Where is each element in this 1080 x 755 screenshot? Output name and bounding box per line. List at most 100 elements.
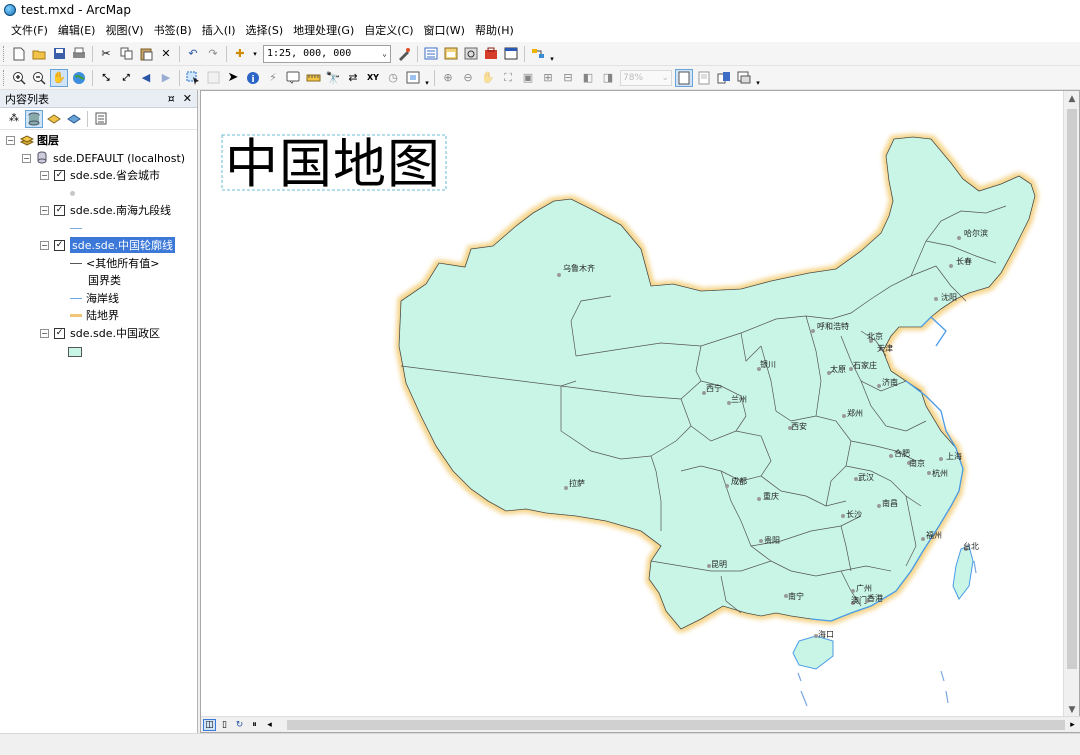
editor-toolbar-icon[interactable] bbox=[395, 45, 413, 63]
map-layout-view[interactable]: 中国地图 乌鲁木齐 哈尔滨 长春 沈阳 呼和浩特 北京 天津 石家庄 银川 太原… bbox=[200, 90, 1080, 733]
toggle-draft-mode-icon[interactable] bbox=[675, 68, 693, 87]
legend-item-coastline[interactable]: 海岸线 bbox=[70, 290, 119, 306]
legend-item-land-boundary[interactable]: 陆地界 bbox=[70, 307, 119, 323]
refresh-icon[interactable]: ↻ bbox=[233, 719, 246, 731]
menu-file[interactable]: 文件(F) bbox=[6, 20, 53, 42]
time-slider-icon[interactable]: ◷ bbox=[384, 69, 402, 87]
layer-visibility-checkbox[interactable]: ✓ bbox=[54, 327, 65, 339]
measure-ruler-icon[interactable] bbox=[304, 69, 322, 87]
menu-customize[interactable]: 自定义(C) bbox=[359, 20, 418, 42]
search-window-icon[interactable] bbox=[462, 45, 480, 63]
menu-insert[interactable]: 插入(I) bbox=[197, 20, 241, 42]
list-by-visibility-icon[interactable] bbox=[45, 110, 63, 128]
full-extent-globe-icon[interactable] bbox=[70, 69, 88, 87]
save-icon[interactable] bbox=[50, 45, 68, 63]
select-elements-arrow-icon[interactable]: ➤ bbox=[224, 69, 242, 87]
html-popup-icon[interactable] bbox=[284, 69, 302, 87]
city-shijiazhuang[interactable]: 石家庄 bbox=[849, 360, 877, 371]
city-tianjin[interactable]: 天津 bbox=[877, 343, 893, 353]
undo-icon[interactable]: ↶ bbox=[184, 45, 202, 63]
new-document-icon[interactable] bbox=[10, 45, 28, 63]
toolbar-overflow-icon[interactable]: ▾ bbox=[423, 69, 431, 87]
layer-node-china-admin[interactable]: − ✓ sde.sde.中国政区 bbox=[40, 325, 160, 341]
layout-zoom-in-icon[interactable]: ⊕ bbox=[439, 69, 457, 87]
data-view-icon[interactable]: ◫ bbox=[203, 718, 216, 731]
layer-node-capital-cities[interactable]: − ✓ sde.sde.省会城市 bbox=[40, 167, 160, 183]
toolbar-grip[interactable] bbox=[3, 69, 6, 86]
create-viewer-window-icon[interactable] bbox=[404, 69, 422, 87]
zoom-whole-page-icon[interactable]: ⛶ bbox=[499, 69, 517, 87]
toc-options-icon[interactable] bbox=[92, 110, 110, 128]
fixed-zoom-in-layout-icon[interactable]: ⊞ bbox=[539, 69, 557, 87]
find-route-icon[interactable]: ⇄ bbox=[344, 69, 362, 87]
collapse-toggle-icon[interactable]: − bbox=[40, 240, 49, 250]
toolbar-grip[interactable] bbox=[3, 45, 6, 62]
table-of-contents-icon[interactable] bbox=[422, 45, 440, 63]
arctoolbox-icon[interactable] bbox=[482, 45, 500, 63]
previous-extent-layout-icon[interactable]: ◧ bbox=[579, 69, 597, 87]
city-xian[interactable]: 西安 bbox=[788, 421, 807, 431]
layer-node-china-outline[interactable]: − ✓ sde.sde.中国轮廓线 bbox=[40, 237, 175, 253]
city-haikou[interactable]: 海口 bbox=[814, 629, 834, 639]
menu-windows[interactable]: 窗口(W) bbox=[419, 20, 470, 42]
data-driven-pages-icon[interactable] bbox=[735, 69, 753, 87]
identify-icon[interactable]: i bbox=[244, 69, 262, 87]
go-to-xy-icon[interactable]: XY bbox=[364, 69, 382, 87]
china-land-polygon[interactable] bbox=[398, 136, 1036, 630]
redo-icon[interactable]: ↷ bbox=[204, 45, 222, 63]
pan-hand-icon[interactable]: ✋ bbox=[50, 68, 68, 87]
modelbuilder-icon[interactable] bbox=[529, 45, 547, 63]
collapse-toggle-icon[interactable]: − bbox=[40, 328, 49, 338]
legend-symbol-point[interactable] bbox=[70, 185, 75, 201]
menu-edit[interactable]: 编辑(E) bbox=[53, 20, 101, 42]
layout-zoom-out-icon[interactable]: ⊖ bbox=[459, 69, 477, 87]
add-data-dropdown-icon[interactable]: ▾ bbox=[251, 45, 259, 63]
collapse-toggle-icon[interactable]: − bbox=[40, 170, 49, 180]
focus-data-frame-icon[interactable] bbox=[695, 69, 713, 87]
find-binoculars-icon[interactable]: 🔭 bbox=[324, 69, 342, 87]
collapse-toggle-icon[interactable]: − bbox=[6, 135, 15, 145]
layout-zoom-dropdown[interactable]: 78% ⌄ bbox=[620, 69, 672, 86]
menu-selection[interactable]: 选择(S) bbox=[241, 20, 289, 42]
list-by-drawing-order-icon[interactable]: ⁂ bbox=[5, 110, 23, 128]
city-taiyuan[interactable]: 太原 bbox=[827, 364, 846, 375]
scroll-right-icon[interactable]: ▸ bbox=[1066, 719, 1079, 731]
layer-visibility-checkbox[interactable]: ✓ bbox=[54, 204, 65, 216]
toolbar-overflow-icon[interactable]: ▾ bbox=[754, 69, 762, 87]
hyperlink-icon[interactable]: ⚡ bbox=[264, 69, 282, 87]
python-window-icon[interactable] bbox=[502, 45, 520, 63]
city-taipei[interactable]: 台北 bbox=[963, 541, 979, 551]
tree-node-layers[interactable]: − 图层 bbox=[6, 132, 59, 148]
add-data-icon[interactable]: ✚ bbox=[231, 45, 249, 63]
tree-node-database[interactable]: − sde.DEFAULT (localhost) bbox=[22, 150, 185, 166]
zoom-out-icon[interactable] bbox=[30, 69, 48, 87]
toolbar-overflow-icon[interactable]: ▾ bbox=[548, 45, 556, 63]
zoom-in-icon[interactable] bbox=[10, 69, 28, 87]
forward-extent-icon[interactable]: ▶ bbox=[157, 69, 175, 87]
print-icon[interactable] bbox=[70, 45, 88, 63]
scroll-left-icon[interactable]: ◂ bbox=[263, 719, 276, 731]
fixed-zoom-out-layout-icon[interactable]: ⊟ bbox=[559, 69, 577, 87]
clear-selection-icon[interactable] bbox=[204, 69, 222, 87]
open-folder-icon[interactable] bbox=[30, 45, 48, 63]
city-nanjing[interactable]: 南京 bbox=[907, 458, 925, 468]
layer-visibility-checkbox[interactable]: ✓ bbox=[54, 239, 65, 251]
pause-drawing-icon[interactable]: ⏸ bbox=[248, 719, 261, 731]
back-extent-icon[interactable]: ◀ bbox=[137, 69, 155, 87]
copy-icon[interactable] bbox=[117, 45, 135, 63]
layer-node-nine-dash-line[interactable]: − ✓ sde.sde.南海九段线 bbox=[40, 202, 171, 218]
select-features-icon[interactable] bbox=[184, 69, 202, 87]
list-by-selection-icon[interactable] bbox=[65, 110, 83, 128]
list-by-source-icon[interactable] bbox=[25, 109, 43, 128]
map-scale-dropdown[interactable]: 1:25, 000, 000 ⌄ bbox=[263, 44, 391, 63]
paste-icon[interactable] bbox=[137, 45, 155, 63]
delete-icon[interactable]: ✕ bbox=[157, 45, 175, 63]
map-canvas[interactable]: 中国地图 乌鲁木齐 哈尔滨 长春 沈阳 呼和浩特 北京 天津 石家庄 银川 太原… bbox=[201, 91, 1063, 717]
pin-icon[interactable]: ¤ bbox=[168, 92, 175, 105]
map-title[interactable]: 中国地图 bbox=[225, 134, 441, 195]
city-hongkong[interactable]: 香港 bbox=[865, 593, 883, 603]
collapse-toggle-icon[interactable]: − bbox=[40, 205, 49, 215]
menu-help[interactable]: 帮助(H) bbox=[470, 20, 519, 42]
taiwan-island[interactable] bbox=[952, 545, 974, 600]
fixed-zoom-out-icon[interactable]: ⤢ bbox=[117, 69, 135, 87]
